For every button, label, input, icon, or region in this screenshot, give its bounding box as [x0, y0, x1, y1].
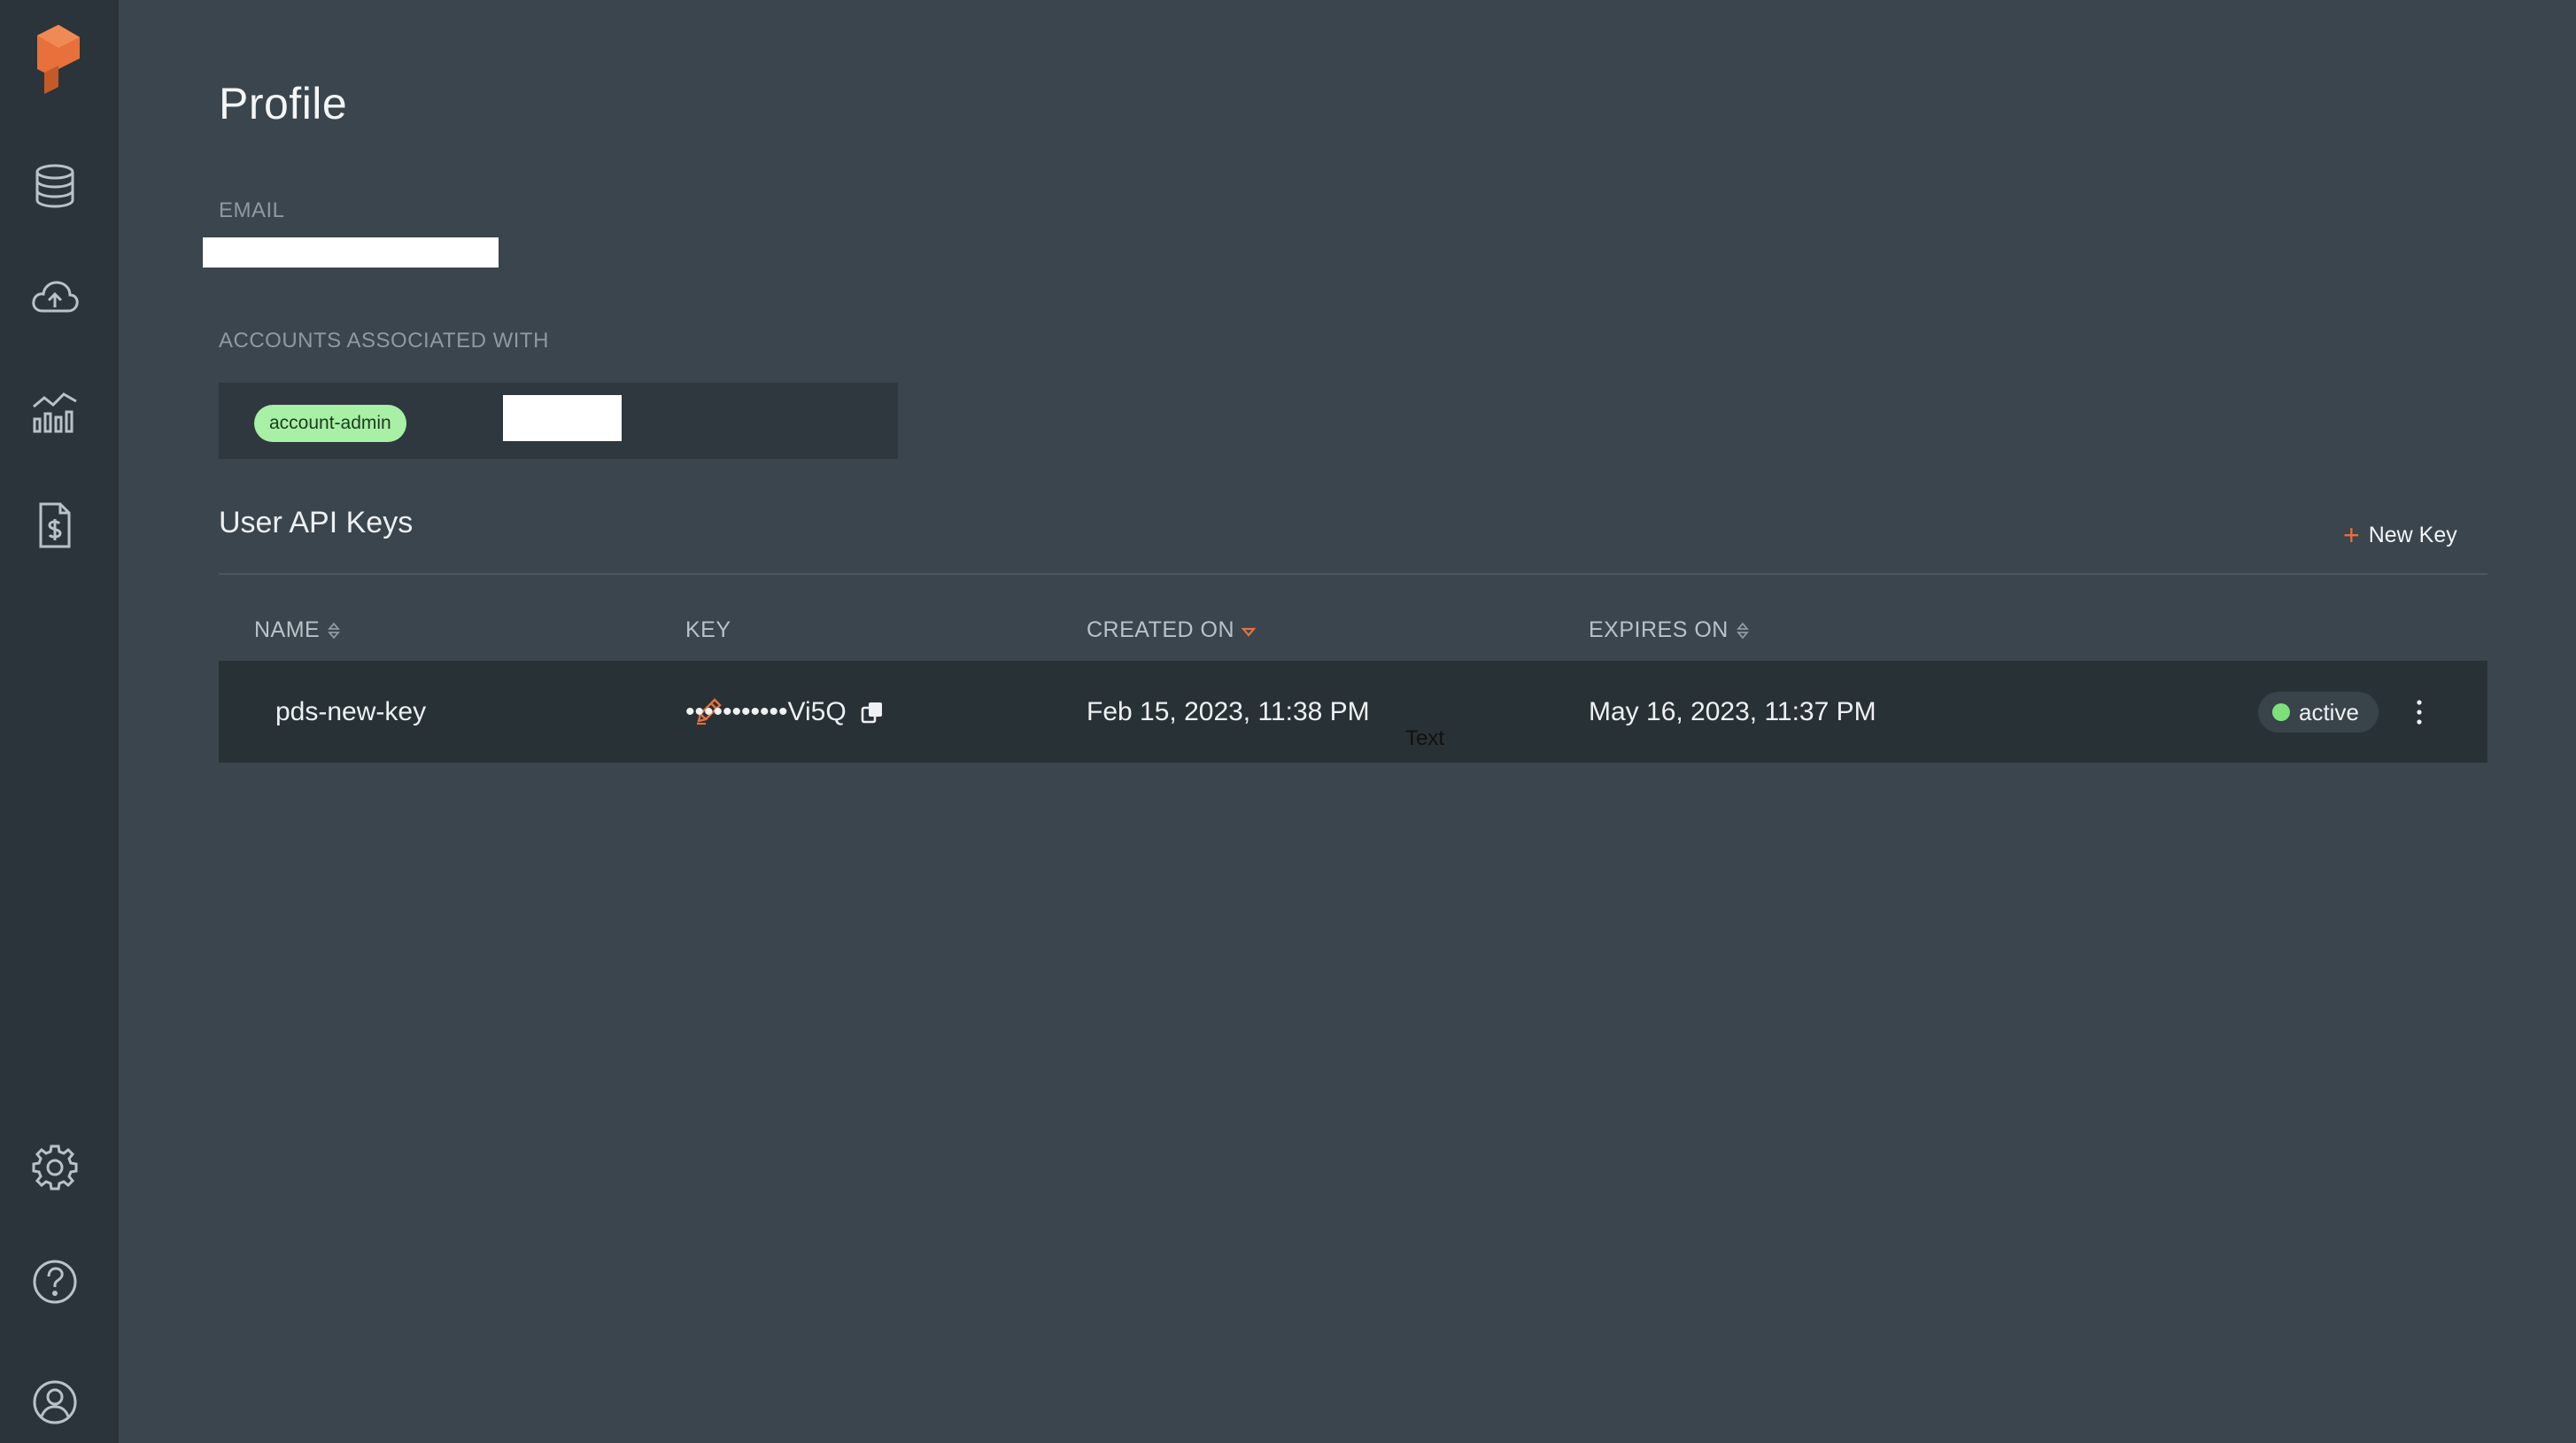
- brand-logo[interactable]: [32, 23, 89, 108]
- status-badge: active: [2258, 692, 2379, 733]
- column-key-label: KEY: [685, 617, 731, 642]
- new-key-button[interactable]: + New Key: [2343, 519, 2457, 551]
- column-header-name[interactable]: NAME: [254, 617, 341, 643]
- database-icon[interactable]: [27, 158, 83, 214]
- account-name-redacted: [503, 395, 622, 441]
- sidebar: [0, 0, 119, 1443]
- section-divider: [219, 573, 2487, 575]
- status-label: active: [2299, 698, 2359, 725]
- billing-icon[interactable]: [27, 497, 83, 554]
- expires-on: May 16, 2023, 11:37 PM: [1589, 696, 1876, 726]
- copy-icon[interactable]: [859, 699, 886, 725]
- page-title: Profile: [219, 79, 348, 128]
- accounts-list: account-admin: [219, 383, 898, 459]
- column-header-expires[interactable]: EXPIRES ON: [1589, 617, 1750, 643]
- tooltip-text: Text: [1405, 726, 1445, 750]
- user-icon[interactable]: [27, 1374, 83, 1431]
- created-on: Feb 15, 2023, 11:38 PM: [1087, 696, 1370, 726]
- app-window: Profile EMAIL ACCOUNTS ASSOCIATED WITH a…: [0, 0, 2576, 1443]
- column-header-key: KEY: [685, 617, 731, 643]
- sort-icon: [328, 622, 341, 639]
- key-value-cell: •••••••••••Vi5Q: [685, 661, 886, 763]
- column-name-label: NAME: [254, 617, 321, 642]
- gear-icon[interactable]: [27, 1139, 83, 1196]
- help-icon[interactable]: [27, 1253, 83, 1310]
- main-content: Profile EMAIL ACCOUNTS ASSOCIATED WITH a…: [119, 0, 2576, 1443]
- accounts-label: ACCOUNTS ASSOCIATED WITH: [219, 329, 549, 353]
- email-label: EMAIL: [219, 198, 285, 222]
- more-options-icon[interactable]: [2406, 693, 2433, 732]
- status-dot-icon: [2272, 703, 2290, 721]
- sort-icon: [1736, 622, 1749, 639]
- column-header-created[interactable]: CREATED ON: [1087, 617, 1257, 643]
- new-key-label: New Key: [2368, 522, 2457, 547]
- column-created-label: CREATED ON: [1087, 617, 1235, 642]
- chart-icon[interactable]: [27, 384, 83, 440]
- column-expires-label: EXPIRES ON: [1589, 617, 1729, 642]
- sort-desc-icon: [1242, 627, 1257, 637]
- account-role-badge: account-admin: [254, 405, 406, 442]
- api-keys-title: User API Keys: [219, 506, 414, 539]
- key-value: •••••••••••Vi5Q: [685, 696, 847, 726]
- key-name: pds-new-key: [275, 696, 427, 726]
- plus-icon: +: [2343, 519, 2360, 551]
- table-row[interactable]: pds-new-key •••••••••••Vi5Q Feb 15, 2023…: [219, 661, 2487, 763]
- cloud-upload-icon[interactable]: [27, 270, 83, 327]
- email-value-redacted: [203, 237, 499, 268]
